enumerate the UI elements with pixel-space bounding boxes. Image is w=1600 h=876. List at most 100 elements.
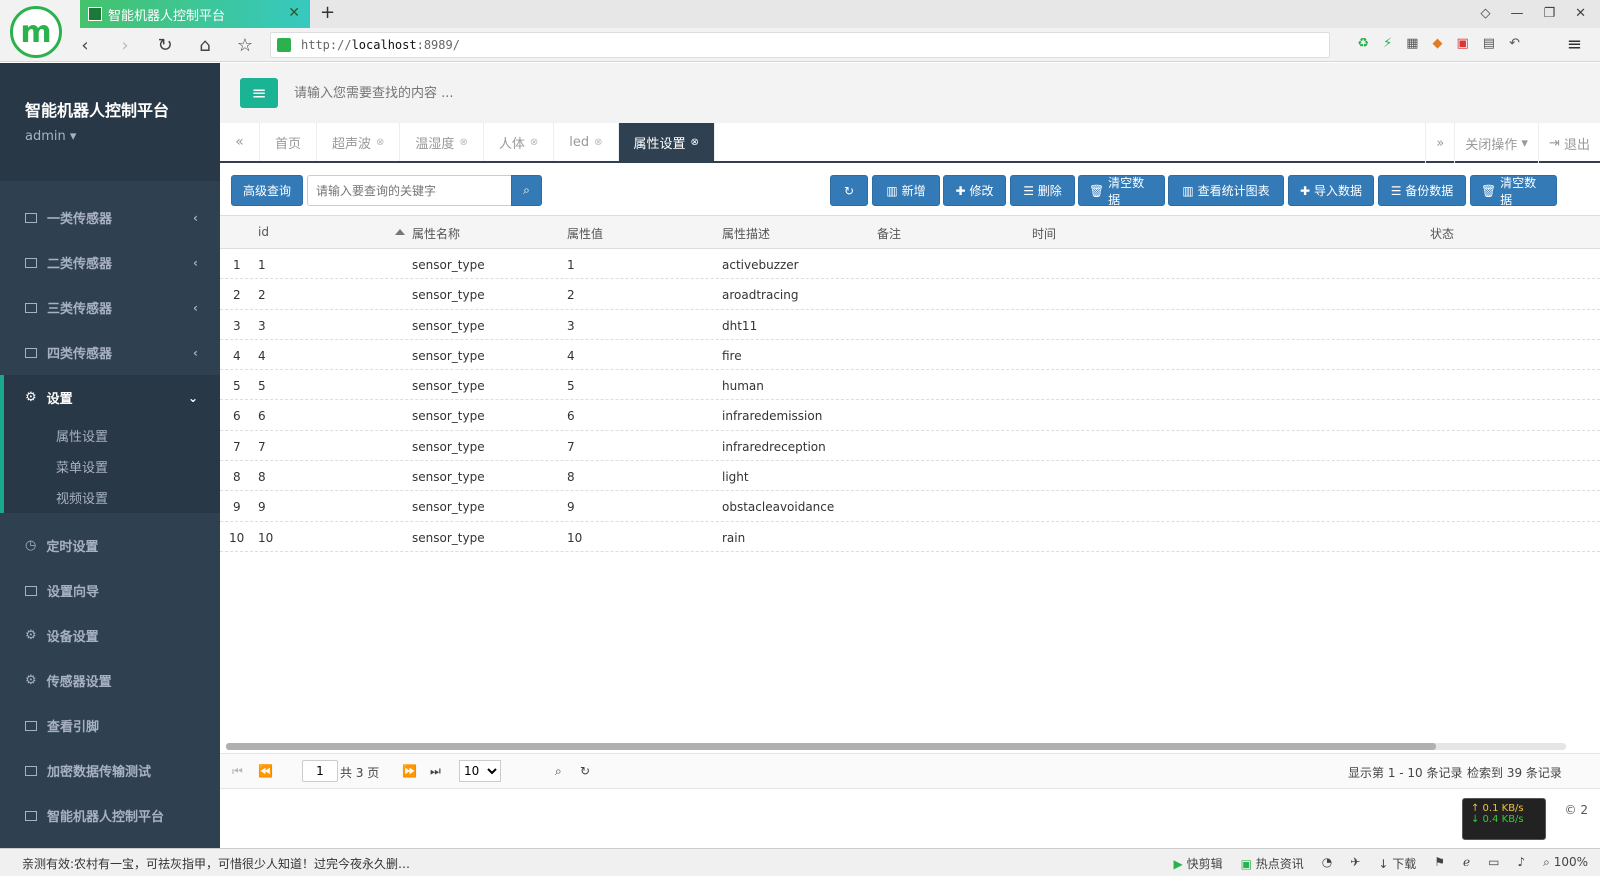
zoom-button[interactable]: ⌕ 100%	[1543, 855, 1588, 872]
tab-temp-humidity[interactable]: 温湿度 ⊗	[400, 123, 484, 161]
column-header-id[interactable]: id	[258, 225, 269, 239]
refresh-button[interactable]: ↻	[830, 175, 868, 206]
sidebar-item-setup-wizard[interactable]: 设置向导	[0, 568, 220, 613]
ie-icon[interactable]: ℯ	[1463, 855, 1470, 872]
sidebar-item-sensor-1[interactable]: 一类传感器 ‹	[0, 195, 220, 240]
sidebar-subitem-menu-settings[interactable]: 菜单设置	[4, 451, 220, 482]
table-row[interactable]: 6 6 sensor_type 6 infraredemission	[220, 400, 1600, 431]
table-row[interactable]: 9 9 sensor_type 9 obstacleavoidance	[220, 491, 1600, 522]
column-header-time[interactable]: 时间	[1032, 225, 1056, 242]
reload-icon[interactable]: ↻	[150, 35, 180, 56]
page-size-select[interactable]: 10	[459, 760, 501, 782]
table-row[interactable]: 3 3 sensor_type 3 dht11	[220, 310, 1600, 340]
close-operations-dropdown[interactable]: 关闭操作 ▾	[1454, 123, 1538, 163]
edit-button[interactable]: ✚ 修改	[943, 175, 1006, 206]
search-icon[interactable]: ⌕	[555, 764, 562, 779]
column-header-value[interactable]: 属性值	[567, 225, 603, 242]
back-icon[interactable]: ‹	[70, 35, 100, 56]
sidebar-item-sensor-4[interactable]: 四类传感器 ‹	[0, 330, 220, 375]
prev-page-icon[interactable]: ⏪	[258, 764, 273, 778]
tab-close-icon[interactable]: ⊗	[530, 137, 538, 148]
tabs-scroll-right-icon[interactable]: »	[1425, 123, 1454, 163]
bookmark-star-icon[interactable]: ☆	[230, 35, 260, 56]
table-row[interactable]: 10 10 sensor_type 10 rain	[220, 522, 1600, 552]
minimize-icon[interactable]: —	[1510, 6, 1523, 21]
sidebar-subitem-attribute-settings[interactable]: 属性设置	[4, 420, 220, 451]
address-bar[interactable]: http://localhost:8989/	[270, 32, 1330, 58]
extension-badge-icon[interactable]: ▤	[1483, 36, 1495, 51]
tab-home[interactable]: 首页	[260, 123, 318, 161]
delete-button[interactable]: ☰ 删除	[1010, 175, 1075, 206]
scrollbar-thumb[interactable]	[226, 743, 1436, 750]
table-row[interactable]: 2 2 sensor_type 2 aroadtracing	[220, 279, 1600, 310]
sort-icon[interactable]	[395, 229, 405, 235]
tab-led[interactable]: led ⊗	[554, 123, 619, 161]
user-dropdown[interactable]: admin ▾	[25, 129, 220, 144]
forward-icon[interactable]: ›	[110, 35, 140, 56]
logout-button[interactable]: ⇥ 退出	[1537, 123, 1600, 163]
tab-close-icon[interactable]: ⊗	[691, 137, 699, 148]
tabs-scroll-left-icon[interactable]: «	[220, 123, 260, 161]
sidebar-item-device-settings[interactable]: ⚙ 设备设置	[0, 613, 220, 658]
column-header-name[interactable]: 属性名称	[412, 225, 460, 242]
import-data-button[interactable]: ✚ 导入数据	[1288, 175, 1374, 206]
sidebar-item-settings[interactable]: ⚙ 设置 ⌄	[4, 375, 220, 420]
table-row[interactable]: 8 8 sensor_type 8 light	[220, 461, 1600, 492]
clear-data-button-2[interactable]: 🗑 清空数据	[1470, 175, 1557, 207]
table-row[interactable]: 1 1 sensor_type 1 activebuzzer	[220, 249, 1600, 280]
column-header-note[interactable]: 备注	[877, 225, 901, 242]
sound-icon[interactable]: ♪	[1517, 855, 1525, 872]
hot-news-button[interactable]: ▣ 热点资讯	[1241, 855, 1304, 872]
add-button[interactable]: ▥ 新增	[872, 175, 940, 206]
tab-close-icon[interactable]: ⊗	[459, 137, 467, 148]
extension-fox-icon[interactable]: ◆	[1433, 36, 1443, 51]
backup-data-button[interactable]: ☰ 备份数据	[1378, 175, 1466, 206]
sidebar-item-sensor-2[interactable]: 二类传感器 ‹	[0, 240, 220, 285]
maximize-icon[interactable]: ❐	[1543, 6, 1555, 21]
sidebar-item-timer-settings[interactable]: ◷ 定时设置	[0, 523, 220, 568]
sidebar-item-sensor-3[interactable]: 三类传感器 ‹	[0, 285, 220, 330]
home-icon[interactable]: ⌂	[190, 35, 220, 56]
tab-human[interactable]: 人体 ⊗	[484, 123, 555, 161]
keyword-search-input[interactable]	[307, 175, 512, 206]
advanced-search-button[interactable]: 高级查询	[231, 175, 303, 206]
clear-data-button[interactable]: 🗑 清空数据	[1078, 175, 1165, 207]
page-number-input[interactable]	[302, 760, 338, 782]
sidebar-item-robot-platform[interactable]: 智能机器人控制平台	[0, 793, 220, 838]
screen-icon[interactable]: ▭	[1488, 855, 1499, 872]
search-button[interactable]: ⌕	[511, 175, 542, 206]
browser-tab[interactable]: 智能机器人控制平台 ✕	[80, 0, 310, 28]
sidebar-item-sensor-settings[interactable]: ⚙ 传感器设置	[0, 658, 220, 703]
extension-recycle-icon[interactable]: ♻	[1357, 36, 1369, 51]
browser-tab-close-icon[interactable]: ✕	[288, 5, 300, 21]
table-row[interactable]: 4 4 sensor_type 4 fire	[220, 340, 1600, 371]
download-button[interactable]: ↓ 下载	[1378, 855, 1416, 872]
pin-icon[interactable]: ✈	[1350, 855, 1360, 872]
flag-icon[interactable]: ⚑	[1434, 855, 1445, 872]
extension-bolt-icon[interactable]: ⚡	[1383, 36, 1392, 51]
browser-menu-icon[interactable]: ≡	[1567, 34, 1582, 55]
menu-toggle-button[interactable]: ≡	[240, 78, 278, 108]
extension-pdf-icon[interactable]: ▣	[1457, 36, 1469, 51]
news-ticker-link[interactable]: 亲测有效:农村有一宝，可祛灰指甲，可惜很少人知道！过完今夜永久删…	[22, 855, 410, 872]
column-header-description[interactable]: 属性描述	[722, 225, 770, 242]
view-chart-button[interactable]: ▥ 查看统计图表	[1168, 175, 1284, 206]
horizontal-scrollbar[interactable]	[226, 743, 1566, 750]
table-row[interactable]: 7 7 sensor_type 7 infraredreception	[220, 431, 1600, 462]
reload-icon[interactable]: ↻	[580, 764, 590, 778]
undo-icon[interactable]: ↶	[1509, 36, 1520, 51]
tab-close-icon[interactable]: ⊗	[594, 137, 602, 148]
next-page-icon[interactable]: ⏩	[402, 764, 417, 778]
column-header-status[interactable]: 状态	[1430, 225, 1454, 242]
speed-icon[interactable]: ◔	[1322, 855, 1332, 872]
quick-clip-button[interactable]: ▶ 快剪辑	[1174, 855, 1223, 872]
browser-logo-icon[interactable]: m	[10, 6, 62, 58]
tab-close-icon[interactable]: ⊗	[376, 137, 384, 148]
table-row[interactable]: 5 5 sensor_type 5 human	[220, 370, 1600, 401]
sidebar-item-view-pins[interactable]: 查看引脚	[0, 703, 220, 748]
sidebar-subitem-video-settings[interactable]: 视频设置	[4, 482, 220, 513]
tab-attribute-settings[interactable]: 属性设置 ⊗	[618, 123, 715, 161]
new-tab-button[interactable]: +	[320, 2, 335, 23]
skin-icon[interactable]: ◇	[1480, 6, 1490, 21]
last-page-icon[interactable]: ⏭	[430, 764, 441, 779]
